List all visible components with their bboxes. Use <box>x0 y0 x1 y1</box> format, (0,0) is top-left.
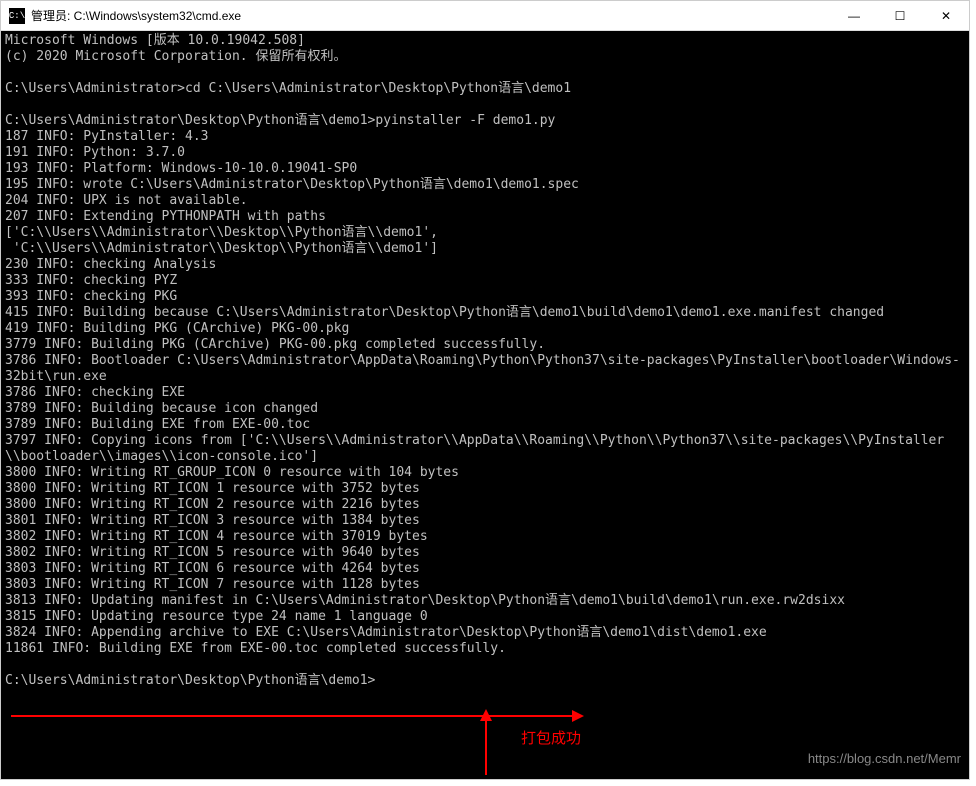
cmd-icon: C:\ <box>9 8 25 24</box>
terminal-line: Microsoft Windows [版本 10.0.19042.508] <box>5 33 965 49</box>
terminal-line: C:\Users\Administrator\Desktop\Python语言\… <box>5 673 965 689</box>
terminal-line <box>5 97 965 113</box>
terminal-line: 3803 INFO: Writing RT_ICON 7 resource wi… <box>5 577 965 593</box>
terminal-line: 230 INFO: checking Analysis <box>5 257 965 273</box>
annotation-label: 打包成功 <box>521 731 581 747</box>
terminal-line: 3802 INFO: Writing RT_ICON 4 resource wi… <box>5 529 965 545</box>
terminal-line: 11861 INFO: Building EXE from EXE-00.toc… <box>5 641 965 657</box>
terminal-line: 187 INFO: PyInstaller: 4.3 <box>5 129 965 145</box>
terminal-line: C:\Users\Administrator\Desktop\Python语言\… <box>5 113 965 129</box>
terminal-line: 'C:\\Users\\Administrator\\Desktop\\Pyth… <box>5 241 965 257</box>
terminal-line: C:\Users\Administrator>cd C:\Users\Admin… <box>5 81 965 97</box>
terminal-line: 3815 INFO: Updating resource type 24 nam… <box>5 609 965 625</box>
terminal-line: 3789 INFO: Building EXE from EXE-00.toc <box>5 417 965 433</box>
watermark: https://blog.csdn.net/Memr <box>808 751 961 767</box>
terminal-line: 3800 INFO: Writing RT_GROUP_ICON 0 resou… <box>5 465 965 481</box>
terminal-line: 3797 INFO: Copying icons from ['C:\\User… <box>5 433 965 465</box>
terminal-line: 3801 INFO: Writing RT_ICON 3 resource wi… <box>5 513 965 529</box>
terminal-line <box>5 657 965 673</box>
terminal-line: 3803 INFO: Writing RT_ICON 6 resource wi… <box>5 561 965 577</box>
window-title: 管理员: C:\Windows\system32\cmd.exe <box>31 7 831 24</box>
terminal-line: 3800 INFO: Writing RT_ICON 2 resource wi… <box>5 497 965 513</box>
terminal-line: 3813 INFO: Updating manifest in C:\Users… <box>5 593 965 609</box>
terminal-line: 204 INFO: UPX is not available. <box>5 193 965 209</box>
terminal-line: 333 INFO: checking PYZ <box>5 273 965 289</box>
terminal-line: 419 INFO: Building PKG (CArchive) PKG-00… <box>5 321 965 337</box>
terminal-line: 193 INFO: Platform: Windows-10-10.0.1904… <box>5 161 965 177</box>
terminal-line: 3779 INFO: Building PKG (CArchive) PKG-0… <box>5 337 965 353</box>
minimize-button[interactable]: — <box>831 1 877 31</box>
cmd-window: C:\ 管理员: C:\Windows\system32\cmd.exe — ☐… <box>0 0 970 780</box>
terminal-line: 207 INFO: Extending PYTHONPATH with path… <box>5 209 965 225</box>
terminal-line: 191 INFO: Python: 3.7.0 <box>5 145 965 161</box>
titlebar[interactable]: C:\ 管理员: C:\Windows\system32\cmd.exe — ☐… <box>1 1 969 31</box>
terminal-line: 3786 INFO: Bootloader C:\Users\Administr… <box>5 353 965 385</box>
terminal-line: 415 INFO: Building because C:\Users\Admi… <box>5 305 965 321</box>
terminal-line <box>5 65 965 81</box>
terminal-line: 195 INFO: wrote C:\Users\Administrator\D… <box>5 177 965 193</box>
terminal-line: (c) 2020 Microsoft Corporation. 保留所有权利。 <box>5 49 965 65</box>
close-button[interactable]: ✕ <box>923 1 969 31</box>
terminal-line: 393 INFO: checking PKG <box>5 289 965 305</box>
terminal-line: 3786 INFO: checking EXE <box>5 385 965 401</box>
terminal-line: 3802 INFO: Writing RT_ICON 5 resource wi… <box>5 545 965 561</box>
terminal-line: 3824 INFO: Appending archive to EXE C:\U… <box>5 625 965 641</box>
terminal-line: 3789 INFO: Building because icon changed <box>5 401 965 417</box>
terminal-area[interactable]: Microsoft Windows [版本 10.0.19042.508](c)… <box>1 31 969 779</box>
window-controls: — ☐ ✕ <box>831 1 969 30</box>
maximize-button[interactable]: ☐ <box>877 1 923 31</box>
terminal-line: 3800 INFO: Writing RT_ICON 1 resource wi… <box>5 481 965 497</box>
annotation-arrow-vertical <box>485 719 487 775</box>
terminal-line: ['C:\\Users\\Administrator\\Desktop\\Pyt… <box>5 225 965 241</box>
